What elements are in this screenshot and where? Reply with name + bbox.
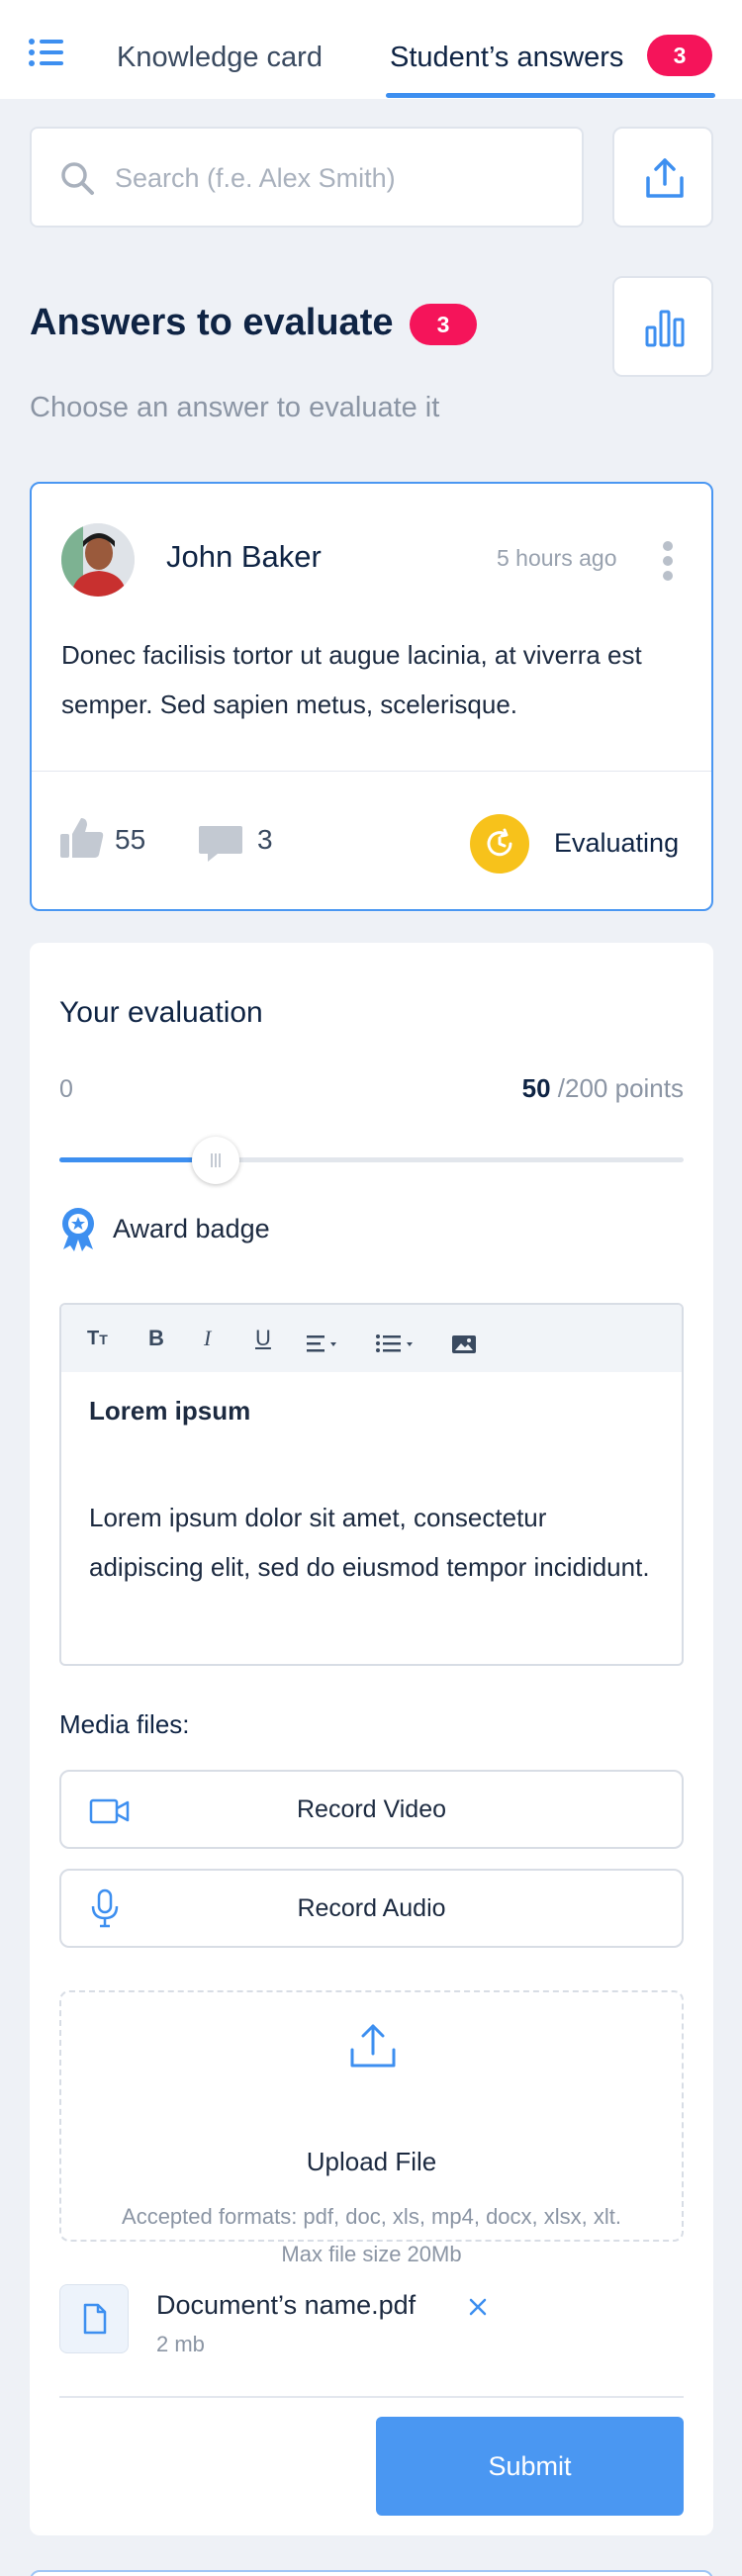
list-icon[interactable] xyxy=(376,1329,417,1360)
active-tab-indicator xyxy=(386,93,715,98)
points-value: 50 xyxy=(521,1073,551,1103)
editor-toolbar: TT B I U xyxy=(61,1305,682,1372)
card-divider xyxy=(32,771,711,772)
search-box xyxy=(30,127,584,228)
like-count: 55 xyxy=(115,824,146,855)
award-badge-icon xyxy=(62,1208,94,1251)
record-audio-label: Record Audio xyxy=(297,1894,446,1922)
avatar xyxy=(61,523,135,597)
comment-icon[interactable] xyxy=(198,824,243,864)
text-size-icon[interactable]: TT xyxy=(87,1323,108,1354)
attached-file: Document’s name.pdf 2 mb xyxy=(59,2278,684,2357)
bold-icon[interactable]: B xyxy=(148,1323,164,1354)
italic-icon[interactable]: I xyxy=(204,1323,211,1354)
record-audio-button[interactable]: Record Audio xyxy=(59,1869,684,1948)
status-label: Evaluating xyxy=(554,828,680,858)
evaluation-title: Your evaluation xyxy=(59,996,263,1029)
divider xyxy=(59,2396,684,2398)
tab-knowledge-card[interactable]: Knowledge card xyxy=(117,38,323,77)
align-icon[interactable] xyxy=(307,1329,340,1360)
image-icon[interactable] xyxy=(451,1329,477,1360)
media-files-title: Media files: xyxy=(59,1709,190,1739)
list-menu-icon[interactable] xyxy=(28,38,65,67)
editor-heading: Lorem ipsum xyxy=(89,1396,251,1426)
answers-count-badge-large: 3 xyxy=(410,304,477,345)
answers-count-badge: 3 xyxy=(647,35,712,76)
statistics-button[interactable] xyxy=(612,276,713,377)
record-video-button[interactable]: Record Video xyxy=(59,1770,684,1849)
points-suffix: /200 points xyxy=(557,1073,684,1103)
section-subtitle: Choose an answer to evaluate it xyxy=(30,392,440,423)
points-slider[interactable] xyxy=(59,1137,684,1184)
submit-button[interactable]: Submit xyxy=(376,2417,684,2516)
file-thumbnail xyxy=(59,2284,129,2353)
bar-chart-icon xyxy=(645,310,685,347)
document-icon xyxy=(83,2303,107,2335)
answer-text: Donec facilisis tortor ut augue lacinia,… xyxy=(61,640,642,719)
upload-max-size: Max file size 20Mb xyxy=(281,2242,462,2266)
author-name[interactable]: John Baker xyxy=(166,539,322,575)
evaluation-card: Your evaluation 0 50 /200 points Award b… xyxy=(30,943,713,2535)
thumbs-up-icon[interactable] xyxy=(59,816,105,860)
tab-students-answers[interactable]: Student’s answers xyxy=(390,38,623,77)
answer-card[interactable]: John Baker 5 hours ago Donec facilisis t… xyxy=(30,482,713,911)
upload-dropzone[interactable]: Upload File Accepted formats: pdf, doc, … xyxy=(59,1990,684,2266)
share-upload-icon xyxy=(646,158,684,198)
award-badge-label: Award badge xyxy=(113,1214,270,1243)
slider-thumb[interactable] xyxy=(191,1137,239,1184)
share-button[interactable] xyxy=(612,127,713,228)
close-icon[interactable] xyxy=(463,2292,493,2322)
rich-text-editor[interactable]: TT B I U Lorem ipsum Lorem ipsum dolor s… xyxy=(59,1303,684,1666)
file-name: Document’s name.pdf xyxy=(156,2290,417,2320)
range-min: 0 xyxy=(59,1075,73,1103)
more-options-icon[interactable] xyxy=(661,541,675,581)
underline-icon[interactable]: U xyxy=(255,1323,271,1354)
answer-timestamp: 5 hours ago xyxy=(497,545,617,571)
editor-body-text: Lorem ipsum dolor sit amet, consectetur … xyxy=(89,1503,650,1582)
search-input[interactable] xyxy=(115,150,560,206)
top-bar: Knowledge card Student’s answers 3 xyxy=(0,0,742,99)
next-answer-card[interactable] xyxy=(30,2570,713,2576)
search-icon xyxy=(61,162,94,195)
page-title: Answers to evaluate xyxy=(30,302,394,343)
upload-title: Upload File xyxy=(306,2147,437,2176)
points-readout: 50 /200 points xyxy=(522,1073,684,1104)
comment-count: 3 xyxy=(257,824,273,855)
status-indicator xyxy=(470,814,529,874)
record-video-label: Record Video xyxy=(296,1795,447,1823)
upload-formats: Accepted formats: pdf, doc, xls, mp4, do… xyxy=(122,2204,621,2229)
file-size: 2 mb xyxy=(156,2332,205,2356)
upload-icon xyxy=(350,2024,396,2068)
clock-refresh-icon xyxy=(487,828,512,857)
